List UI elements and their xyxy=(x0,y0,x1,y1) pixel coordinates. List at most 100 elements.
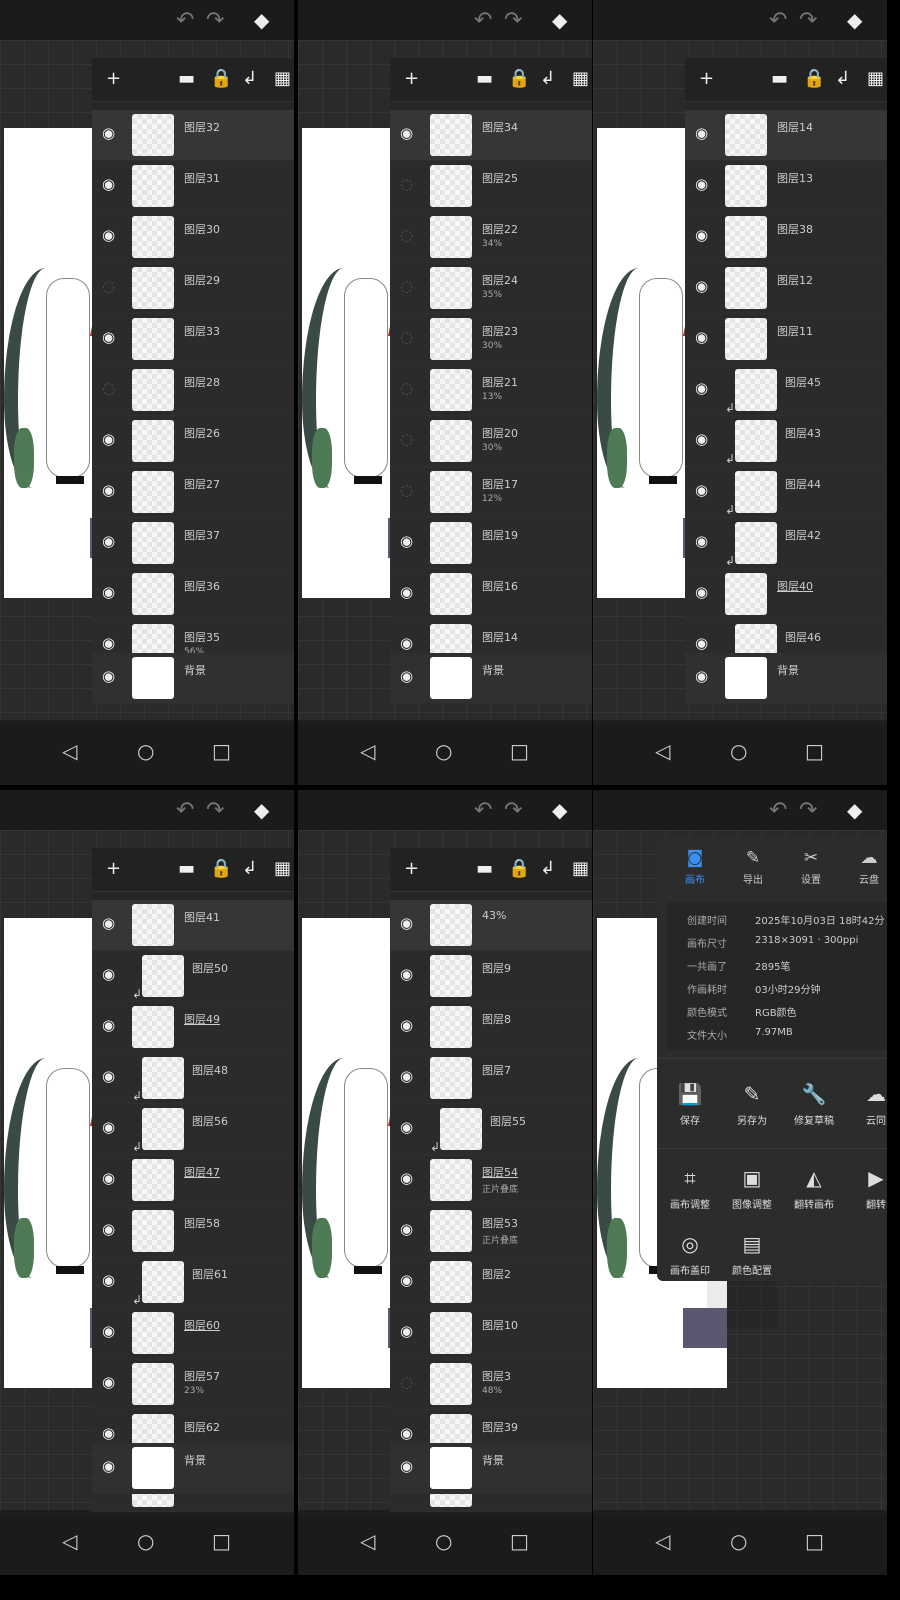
layer-row[interactable]: ◌ 图层20 30% xyxy=(390,416,592,467)
layer-row[interactable]: ◉ 图层16 xyxy=(390,569,592,620)
layer-row[interactable]: ◉ 图层26 xyxy=(92,416,294,467)
visibility-eye-icon[interactable]: ◉ xyxy=(695,532,708,550)
visibility-eye-icon[interactable]: ◉ xyxy=(102,1457,115,1475)
visibility-eye-icon[interactable]: ◉ xyxy=(400,1457,413,1475)
layer-row[interactable]: ◉ 图层12 xyxy=(685,263,887,314)
add-layer-icon[interactable]: + xyxy=(106,858,121,879)
visibility-eye-icon[interactable]: ◉ xyxy=(102,175,115,193)
visibility-eye-icon[interactable]: ◉ xyxy=(400,1067,413,1085)
recents-icon[interactable]: □ xyxy=(805,1529,824,1553)
visibility-eye-icon[interactable]: ◌ xyxy=(102,379,115,397)
redo-icon[interactable]: ↷ xyxy=(799,8,817,33)
background-layer-row[interactable]: ◉ 背景 xyxy=(92,1443,294,1494)
visibility-eye-icon[interactable]: ◉ xyxy=(400,1424,413,1442)
layer-row[interactable]: ◉ 图层30 xyxy=(92,212,294,263)
layer-row[interactable]: ◌ 图层3 48% xyxy=(390,1359,592,1410)
folder-icon[interactable]: ▬ xyxy=(476,858,493,879)
clip-icon[interactable]: ↲ xyxy=(835,68,850,89)
layer-row[interactable]: ◉ ↲ 图层61 xyxy=(92,1257,294,1308)
action-color-config[interactable]: ▤ 颜色配置 xyxy=(721,1232,783,1277)
layer-row[interactable]: ◉ 图层34 xyxy=(390,110,592,161)
visibility-eye-icon[interactable]: ◌ xyxy=(400,379,413,397)
home-icon[interactable]: ○ xyxy=(137,739,154,763)
layers-icon[interactable]: ◆ xyxy=(552,8,567,32)
background-layer-row[interactable]: ◉ 背景 xyxy=(390,1443,592,1494)
action-flip2[interactable]: ▶ 翻转 xyxy=(845,1166,887,1211)
layer-row[interactable]: ◉ ↲ 图层56 xyxy=(92,1104,294,1155)
visibility-eye-icon[interactable]: ◉ xyxy=(695,634,708,652)
clip-icon[interactable]: ↲ xyxy=(540,858,555,879)
layer-row[interactable]: ◉ 图层58 xyxy=(92,1206,294,1257)
visibility-eye-icon[interactable]: ◉ xyxy=(695,124,708,142)
background-layer-row[interactable]: ◉ 背景 xyxy=(92,653,294,704)
visibility-eye-icon[interactable]: ◉ xyxy=(102,1322,115,1340)
action-cloud-sync[interactable]: ☁ 云同 xyxy=(845,1082,887,1127)
layer-row[interactable]: ◌ 图层21 13% xyxy=(390,365,592,416)
layer-row[interactable]: ◌ 图层29 xyxy=(92,263,294,314)
lock-icon[interactable]: 🔒 xyxy=(210,68,232,89)
action-repair[interactable]: 🔧 修复草稿 xyxy=(783,1082,845,1127)
layer-row[interactable]: ◉ 43% xyxy=(390,900,592,951)
visibility-eye-icon[interactable]: ◌ xyxy=(400,1373,413,1391)
layer-row[interactable]: ◌ 图层22 34% xyxy=(390,212,592,263)
layers-icon[interactable]: ◆ xyxy=(847,798,862,822)
layer-row[interactable]: ◉ 图层10 xyxy=(390,1308,592,1359)
recents-icon[interactable]: □ xyxy=(510,739,529,763)
layers-icon[interactable]: ◆ xyxy=(254,798,269,822)
visibility-eye-icon[interactable]: ◉ xyxy=(102,1271,115,1289)
redo-icon[interactable]: ↷ xyxy=(206,798,224,823)
alpha-lock-icon[interactable]: ▦ xyxy=(572,68,589,89)
recents-icon[interactable]: □ xyxy=(805,739,824,763)
redo-icon[interactable]: ↷ xyxy=(799,798,817,823)
layer-row[interactable]: ◉ 图层9 xyxy=(390,951,592,1002)
visibility-eye-icon[interactable]: ◉ xyxy=(695,328,708,346)
visibility-eye-icon[interactable]: ◌ xyxy=(400,481,413,499)
visibility-eye-icon[interactable]: ◉ xyxy=(102,1016,115,1034)
visibility-eye-icon[interactable]: ◉ xyxy=(400,1169,413,1187)
visibility-eye-icon[interactable]: ◉ xyxy=(102,1220,115,1238)
layer-row[interactable]: ◉ 图层36 xyxy=(92,569,294,620)
visibility-eye-icon[interactable]: ◉ xyxy=(102,965,115,983)
back-icon[interactable]: ◁ xyxy=(62,739,77,763)
layer-row[interactable]: ◉ 图层54 正片叠底 xyxy=(390,1155,592,1206)
layer-row[interactable]: ◉ ↲ 图层44 xyxy=(685,467,887,518)
layer-row[interactable]: ◉ 图层31 xyxy=(92,161,294,212)
home-icon[interactable]: ○ xyxy=(730,1529,747,1553)
alpha-lock-icon[interactable]: ▦ xyxy=(274,68,291,89)
visibility-eye-icon[interactable]: ◉ xyxy=(102,481,115,499)
alpha-lock-icon[interactable]: ▦ xyxy=(572,858,589,879)
layer-row[interactable]: ◉ 图层49 xyxy=(92,1002,294,1053)
add-layer-icon[interactable]: + xyxy=(404,68,419,89)
undo-icon[interactable]: ↶ xyxy=(769,8,787,33)
layer-row[interactable]: ◉ ↲ 图层48 xyxy=(92,1053,294,1104)
lock-icon[interactable]: 🔒 xyxy=(508,68,530,89)
visibility-eye-icon[interactable]: ◉ xyxy=(102,532,115,550)
background-layer-row[interactable]: ◉ 背景 xyxy=(390,653,592,704)
folder-icon[interactable]: ▬ xyxy=(178,68,195,89)
visibility-eye-icon[interactable]: ◉ xyxy=(695,430,708,448)
clip-icon[interactable]: ↲ xyxy=(242,858,257,879)
visibility-eye-icon[interactable]: ◉ xyxy=(400,1271,413,1289)
back-icon[interactable]: ◁ xyxy=(655,739,670,763)
visibility-eye-icon[interactable]: ◉ xyxy=(102,226,115,244)
layer-row[interactable]: ◌ 图层25 xyxy=(390,161,592,212)
visibility-eye-icon[interactable]: ◉ xyxy=(400,1322,413,1340)
layer-row[interactable]: ◉ ↲ 图层45 xyxy=(685,365,887,416)
action-save[interactable]: 💾 保存 xyxy=(659,1082,721,1127)
folder-icon[interactable]: ▬ xyxy=(771,68,788,89)
action-crop[interactable]: ⌗ 画布调整 xyxy=(659,1166,721,1211)
layer-row[interactable]: ◉ 图层7 xyxy=(390,1053,592,1104)
alpha-lock-icon[interactable]: ▦ xyxy=(274,858,291,879)
layer-row[interactable]: ◌ 图层24 35% xyxy=(390,263,592,314)
layer-row[interactable]: ◉ 图层32 xyxy=(92,110,294,161)
layer-row[interactable]: ◉ ↲ 图层55 xyxy=(390,1104,592,1155)
layers-icon[interactable]: ◆ xyxy=(552,798,567,822)
back-icon[interactable]: ◁ xyxy=(360,1529,375,1553)
folder-icon[interactable]: ▬ xyxy=(476,68,493,89)
undo-icon[interactable]: ↶ xyxy=(176,8,194,33)
visibility-eye-icon[interactable]: ◉ xyxy=(102,583,115,601)
back-icon[interactable]: ◁ xyxy=(62,1529,77,1553)
home-icon[interactable]: ○ xyxy=(730,739,747,763)
visibility-eye-icon[interactable]: ◉ xyxy=(400,667,413,685)
tab-settings[interactable]: ✂ 设置 xyxy=(781,848,841,886)
